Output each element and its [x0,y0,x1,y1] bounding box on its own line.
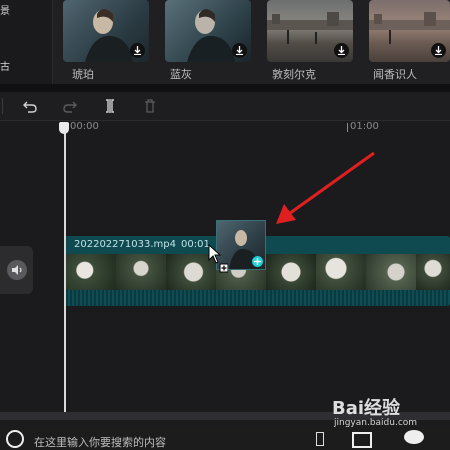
watermark-text: Bai经验 [332,398,401,419]
ruler-label: 00:00 [70,121,99,132]
filter-panel: 景 古 琥珀 蓝灰 敦刻尔克 闻香识人 [0,0,450,84]
watermark-logo: Bai经验 jingyan.baidu.com [332,394,450,434]
category-sidebar: 景 古 [0,0,53,84]
clip-frame [416,254,450,290]
toolbar-divider [2,98,3,114]
clip-frame [316,254,366,290]
annotation-arrow-icon [268,146,382,232]
timeline-toolbar [0,92,450,121]
filter-label: 闻香识人 [373,68,417,81]
filter-thumbnail-dunkirk[interactable] [267,0,353,62]
speaker-icon [6,260,27,280]
clip-duration: 00:01 [181,239,210,250]
split-icon[interactable] [100,96,120,116]
download-icon[interactable] [232,43,247,58]
mute-track-button[interactable] [0,246,33,294]
category-item[interactable]: 古 [0,58,10,73]
mouse-cursor-icon [208,243,229,278]
search-icon[interactable] [6,430,24,448]
download-icon[interactable] [431,43,446,58]
panel-divider [0,84,450,92]
audio-waveform [64,290,450,306]
ruler-tick [347,123,348,132]
clip-frame [266,254,316,290]
filter-thumbnail-scent[interactable] [369,0,450,62]
timeline-ruler[interactable]: 00:00 01:00 [64,120,450,136]
clip-frame [366,254,416,290]
filter-thumbnail-bluegray[interactable] [165,0,251,62]
redo-icon[interactable] [60,96,80,116]
filter-label: 敦刻尔克 [272,68,316,81]
clip-frame [64,254,116,290]
clip-filename: 202202271033.mp4 [74,239,176,250]
mic-icon[interactable] [316,432,324,446]
undo-icon[interactable] [20,96,40,116]
watermark-url: jingyan.baidu.com [334,418,418,428]
download-icon[interactable] [334,43,349,58]
clip-frame [116,254,166,290]
filter-label: 蓝灰 [170,68,192,81]
ruler-label: 01:00 [350,121,379,132]
add-icon[interactable] [252,256,263,267]
filter-thumbnail-amber[interactable] [63,0,149,62]
download-icon[interactable] [130,43,145,58]
taskbar-search-input[interactable]: 在这里输入你要搜索的内容 [34,434,166,450]
delete-icon[interactable] [140,96,160,116]
playhead[interactable] [64,128,66,412]
category-item[interactable]: 景 [0,2,10,17]
task-view-icon[interactable] [352,432,372,448]
filter-label: 琥珀 [72,68,94,81]
playhead-handle[interactable] [59,122,69,134]
